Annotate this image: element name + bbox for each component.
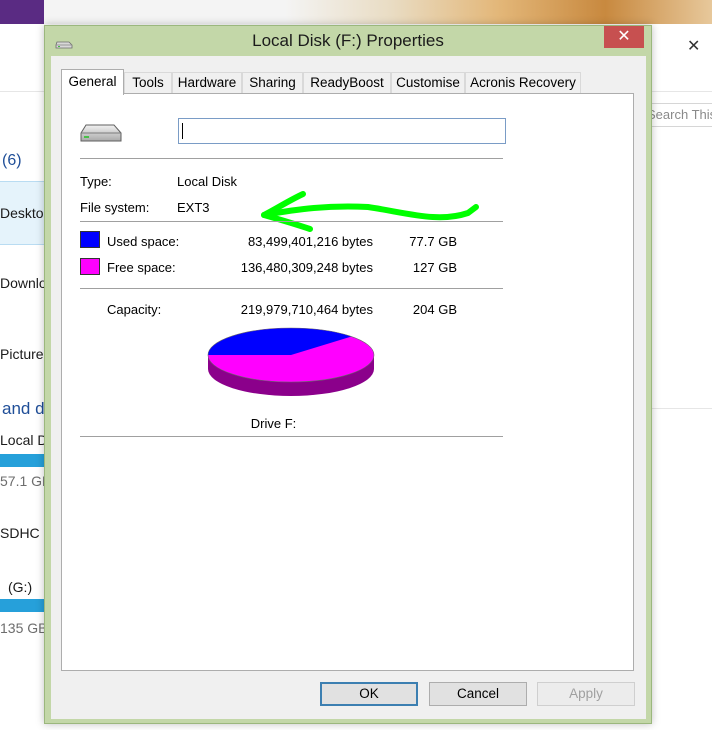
dialog-client-area: General Tools Hardware Sharing ReadyBoos…: [51, 56, 646, 719]
explorer-app-icon: [0, 0, 44, 24]
used-space-bytes: 83,499,401,216 bytes: [247, 234, 373, 249]
file-system-value: EXT3: [177, 200, 210, 215]
drive-g-usage-bar: [0, 599, 46, 612]
type-value: Local Disk: [177, 174, 237, 189]
general-tab-page: Type: Local Disk File system: EXT3 Used …: [61, 93, 634, 671]
free-space-bytes: 136,480,309,248 bytes: [240, 260, 373, 275]
drive-sdhc[interactable]: SDHC: [0, 525, 40, 541]
text-caret: [182, 123, 183, 139]
used-space-size: 77.7 GB: [409, 234, 457, 249]
capacity-label: Capacity:: [107, 302, 162, 317]
apply-button[interactable]: Apply: [537, 682, 635, 706]
capacity-bytes: 219,979,710,464 bytes: [240, 302, 373, 317]
explorer-divider: [650, 408, 712, 409]
drive-g-free: 135 GB: [0, 620, 48, 636]
divider: [80, 158, 503, 159]
free-space-swatch: [80, 258, 100, 275]
used-space-label: Used space:: [107, 234, 180, 249]
explorer-search-input[interactable]: Search This PC: [650, 103, 712, 127]
divider: [80, 221, 503, 222]
dialog-title: Local Disk (F:) Properties: [252, 31, 444, 50]
file-system-label: File system:: [80, 200, 150, 215]
free-space-label: Free space:: [107, 260, 176, 275]
cancel-button[interactable]: Cancel: [429, 682, 527, 706]
drive-g[interactable]: (G:): [8, 579, 32, 595]
tab-tools[interactable]: Tools: [124, 72, 172, 94]
capacity-size: 204 GB: [412, 302, 457, 317]
drive-d-usage-bar: [0, 454, 46, 467]
tab-readyboost[interactable]: ReadyBoost: [303, 72, 391, 94]
tab-acronis-recovery[interactable]: Acronis Recovery: [465, 72, 581, 94]
free-space-size: 127 GB: [412, 260, 457, 275]
dialog-close-button[interactable]: ✕: [604, 26, 644, 48]
ok-button[interactable]: OK: [320, 682, 418, 706]
used-space-swatch: [80, 231, 100, 248]
explorer-close-icon[interactable]: ✕: [687, 36, 700, 56]
disk-usage-pie-chart: [207, 327, 375, 396]
tab-hardware[interactable]: Hardware: [172, 72, 242, 94]
search-placeholder: Search This PC: [650, 107, 712, 122]
explorer-titlebar: [0, 0, 712, 24]
volume-name-input[interactable]: [178, 118, 506, 144]
close-icon: ✕: [617, 28, 631, 45]
devices-group-header[interactable]: and d: [2, 399, 45, 419]
divider: [80, 288, 503, 289]
divider: [80, 436, 503, 437]
hard-drive-icon: [80, 124, 122, 142]
type-label: Type:: [80, 174, 112, 189]
explorer-navigation-pane: (6) Desktop Downloads Pictures and d Loc…: [0, 92, 69, 730]
folder-pictures[interactable]: Pictures: [0, 346, 51, 362]
tab-customise[interactable]: Customise: [391, 72, 465, 94]
properties-dialog: Local Disk (F:) Properties ✕ General Too…: [44, 25, 652, 724]
drive-label: Drive F:: [250, 416, 297, 431]
tab-sharing[interactable]: Sharing: [242, 72, 303, 94]
drive-local-d[interactable]: Local D: [0, 432, 47, 448]
folders-group-header[interactable]: (6): [2, 152, 22, 170]
tab-general[interactable]: General: [61, 69, 124, 95]
